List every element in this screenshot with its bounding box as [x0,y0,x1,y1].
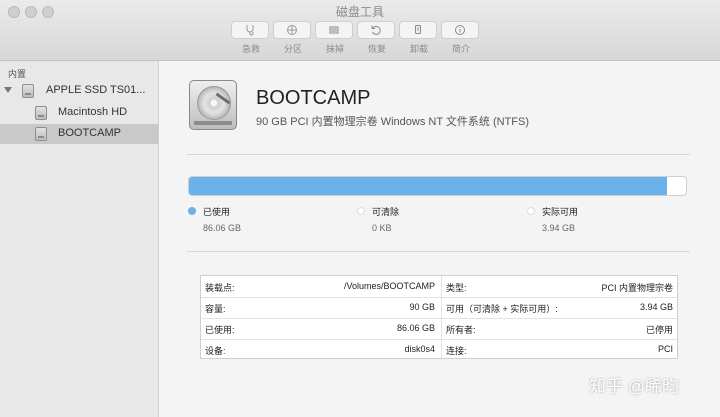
window-title: 磁盘工具 [335,5,384,19]
divider [187,251,690,252]
info-label: 简介 [451,44,470,54]
device-value: disk0s4 [404,344,435,354]
unmount-label: 卸载 [409,44,428,54]
disk-utility-window: 磁盘工具 急救 分区 抹掉 恢复 卸载 简介 内置 APPLE SSD TS01… [0,0,720,417]
available-value: 3.94 GB [639,302,673,312]
owners-key: 所有者: [446,325,476,335]
sidebar-item-macintosh-hd[interactable]: Macintosh HD [0,103,158,123]
title-bar: 磁盘工具 急救 分区 抹掉 恢复 卸载 简介 [0,0,720,61]
stethoscope-icon [246,25,254,36]
partition-label: 分区 [283,44,302,54]
legend-purgeable-name: 可清除 [372,207,400,217]
erase-icon [329,26,339,34]
sidebar-item-bootcamp[interactable]: BOOTCAMP [0,124,158,144]
available-key: 可用（可清除 + 实际可用）: [446,304,558,314]
sidebar: 内置 APPLE SSD TS01... Macintosh HD BOOTCA… [0,61,159,417]
sidebar-item-label: BOOTCAMP [58,127,121,139]
disk-icon [35,106,47,120]
divider [187,154,690,155]
info-row: 已使用: 86.06 GB 所有者: 已停用 [201,318,677,340]
connection-value: PCI [657,344,673,354]
first-aid-label: 急救 [241,44,260,54]
used-key: 已使用: [205,325,235,335]
sidebar-section-internal: 内置 [8,69,27,79]
partition-button[interactable]: 分区 [273,21,313,57]
disk-icon [22,84,34,98]
capacity-key: 容量: [205,304,226,314]
owners-value: 已停用 [645,325,673,335]
volume-name: BOOTCAMP [256,87,371,109]
erase-label: 抹掉 [325,44,344,54]
volume-detail-panel: BOOTCAMP 90 GB PCI 内置物理宗卷 Windows NT 文件系… [159,61,720,417]
disk-icon [35,127,47,141]
hard-drive-icon [189,80,237,130]
mount-point-key: 装载点: [205,283,235,293]
legend-purgeable-dot [357,207,365,215]
legend-purgeable-value: 0 KB [372,223,392,233]
disclosure-triangle-icon[interactable] [4,87,12,93]
info-icon [455,25,465,35]
legend-available-name: 实际可用 [542,207,579,217]
legend-available-value: 3.94 GB [542,223,576,233]
watermark: 知乎 @睎昀 [589,377,679,396]
mount-point-value: /Volumes/BOOTCAMP [343,281,435,291]
restore-icon [371,25,381,35]
usage-bar-used [189,177,668,195]
legend-used-dot [188,207,196,215]
info-row: 容量: 90 GB 可用（可清除 + 实际可用）: 3.94 GB [201,297,677,319]
unmount-button[interactable]: 卸载 [399,21,439,57]
sidebar-item-apple-ssd[interactable]: APPLE SSD TS01... [0,81,158,101]
capacity-value: 90 GB [409,302,435,312]
used-value: 86.06 GB [396,323,435,333]
type-key: 类型: [446,283,467,293]
info-row: 设备: disk0s4 连接: PCI [201,339,677,360]
volume-description: 90 GB PCI 内置物理宗卷 Windows NT 文件系统 (NTFS) [256,116,529,128]
usage-bar [188,176,687,196]
restore-button[interactable]: 恢复 [357,21,397,57]
type-value: PCI 内置物理宗卷 [601,283,673,293]
first-aid-button[interactable]: 急救 [231,21,271,57]
sidebar-item-label: Macintosh HD [58,106,128,118]
info-row: 装载点: /Volumes/BOOTCAMP 类型: PCI 内置物理宗卷 [201,276,677,298]
restore-label: 恢复 [367,44,386,54]
sidebar-item-label: APPLE SSD TS01... [46,84,146,96]
info-table: 装载点: /Volumes/BOOTCAMP 类型: PCI 内置物理宗卷 容量… [200,275,678,359]
erase-button[interactable]: 抹掉 [315,21,355,57]
connection-key: 连接: [446,346,467,356]
legend-used-name: 已使用 [203,207,231,217]
legend-used-value: 86.06 GB [203,223,242,233]
partition-icon [287,25,297,35]
device-key: 设备: [205,346,226,356]
info-button[interactable]: 简介 [441,21,481,57]
unmount-icon [415,25,421,34]
legend-available-dot [527,207,535,215]
